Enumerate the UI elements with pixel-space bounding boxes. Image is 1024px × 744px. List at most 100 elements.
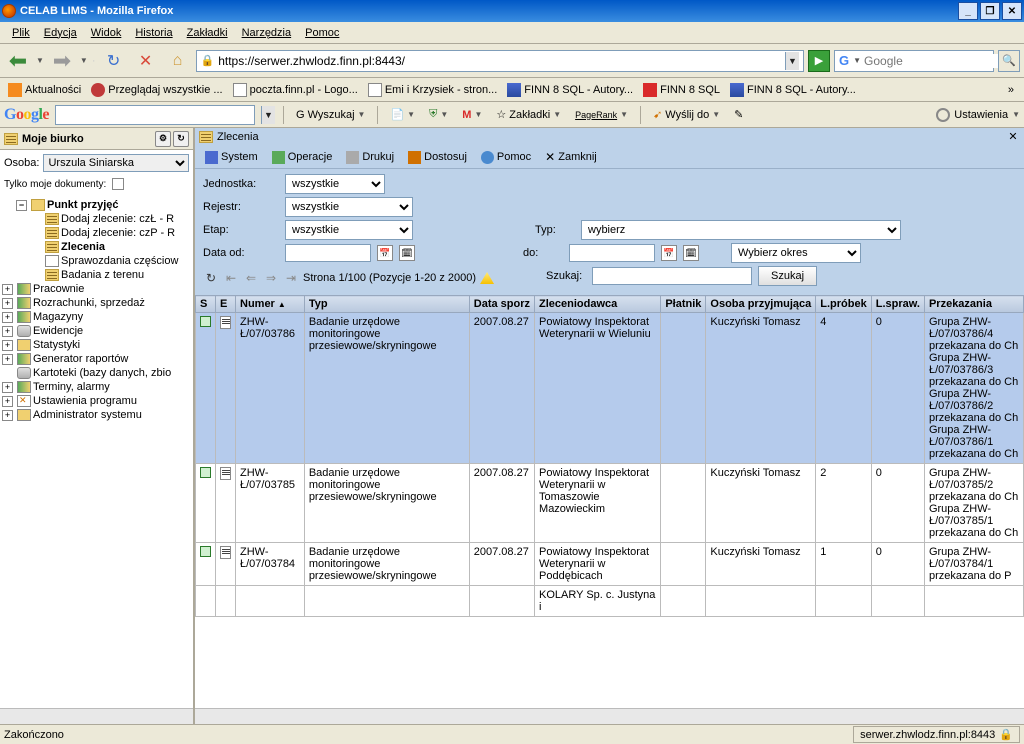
tree-dodaj-1[interactable]: Dodaj zlecenie: czŁ - R [2,212,191,226]
szukaj-input[interactable] [592,267,752,285]
bookmark-przegladaj[interactable]: Przeglądaj wszystkie ... [87,81,226,99]
tree-sprawozdania[interactable]: Sprawozdania częściow [2,254,191,268]
sidebar-tool-1[interactable]: ⚙ [155,131,171,147]
osoba-select[interactable]: Urszula Siniarska [43,154,189,172]
tree-kartoteki[interactable]: Kartoteki (bazy danych, zbio [2,366,191,380]
reload-button[interactable]: ↻ [100,47,128,75]
google-highlight-button[interactable]: ✎ [730,106,747,123]
google-wyszukaj-button[interactable]: GWyszukaj▼ [292,107,369,123]
tree-statystyki[interactable]: Statystyki [2,338,191,352]
tree-admin[interactable]: Administrator systemu [2,408,191,422]
google-search-input[interactable] [55,105,255,125]
minimize-button[interactable]: _ [958,2,978,20]
menu-dostosuj[interactable]: Dostosuj [402,149,473,166]
settings-label[interactable]: Ustawienia [954,109,1008,121]
bookmark-finn2[interactable]: FINN 8 SQL [639,81,724,99]
url-input[interactable] [218,54,781,68]
main-close-button[interactable]: ✕ [1006,130,1020,144]
jednostka-select[interactable]: wszystkie [285,174,385,194]
google-search-dropdown[interactable]: ▼ [261,106,275,124]
col-data[interactable]: Data sporz [469,296,534,313]
menu-widok[interactable]: Widok [85,25,128,41]
url-bar[interactable]: 🔒 ▼ [196,50,804,72]
restore-button[interactable]: ❐ [980,2,1000,20]
google-pagerank-button[interactable]: PageRank▼ [571,108,632,122]
tree-generator[interactable]: Generator raportów [2,352,191,366]
table-row[interactable]: ZHW-Ł/07/03785Badanie urzędowe monitorin… [196,464,1024,543]
data-do-cal1[interactable]: 📅 [661,245,677,261]
menu-zakladki[interactable]: Zakładki [181,25,234,41]
bookmarks-overflow[interactable]: » [1002,84,1020,96]
close-button[interactable]: ✕ [1002,2,1022,20]
bookmark-poczta[interactable]: poczta.finn.pl - Logo... [229,81,362,99]
col-zlec[interactable]: Zleceniodawca [535,296,661,313]
tree-dodaj-2[interactable]: Dodaj zlecenie: czP - R [2,226,191,240]
rejestr-select[interactable]: wszystkie [285,197,413,217]
main-hscroll[interactable] [195,708,1024,724]
tree-badania[interactable]: Badania z terenu [2,268,191,282]
pager-first[interactable]: ⇤ [223,271,239,285]
menu-system[interactable]: System [199,149,264,166]
col-lspr[interactable]: L.spraw. [871,296,924,313]
bookmark-finn1[interactable]: FINN 8 SQL - Autory... [503,81,637,99]
menu-zamknij[interactable]: ✕Zamknij [539,148,603,166]
data-do-cal2[interactable]: 🗓 [683,245,699,261]
browser-search-box[interactable]: G▼ [834,50,994,72]
tree-rozrachunki[interactable]: Rozrachunki, sprzedaż [2,296,191,310]
tree-ustawienia[interactable]: Ustawienia programu [2,394,191,408]
table-row[interactable]: ZHW-Ł/07/03784Badanie urzędowe monitorin… [196,543,1024,586]
col-typ[interactable]: Typ [304,296,469,313]
tree-terminy[interactable]: Terminy, alarmy [2,380,191,394]
data-do-input[interactable] [569,244,655,262]
pager-prev[interactable]: ⇐ [243,271,259,285]
bookmark-aktualnosci[interactable]: Aktualności [4,81,85,99]
data-od-cal1[interactable]: 📅 [377,245,393,261]
szukaj-button[interactable]: Szukaj [758,266,817,286]
menu-pomoc[interactable]: Pomoc [475,149,537,166]
tree-zlecenia[interactable]: Zlecenia [2,240,191,254]
menu-edycja[interactable]: Edycja [38,25,83,41]
bookmark-emi[interactable]: Emi i Krzysiek - stron... [364,81,501,99]
home-button[interactable]: ⌂ [164,47,192,75]
tree-magazyny[interactable]: Magazyny [2,310,191,324]
tree-pracownie[interactable]: Pracownie [2,282,191,296]
browser-search-input[interactable] [864,54,1019,68]
col-lprob[interactable]: L.próbek [816,296,871,313]
pager-refresh[interactable]: ↻ [203,271,219,285]
okres-select[interactable]: Wybierz okres [731,243,861,263]
menu-drukuj[interactable]: Drukuj [340,149,400,166]
google-misc-button[interactable]: 📄▼ [386,106,419,123]
sidebar-hscroll[interactable] [0,708,193,724]
data-od-cal2[interactable]: 🗓 [399,245,415,261]
col-s[interactable]: S [196,296,216,313]
data-od-input[interactable] [285,244,371,262]
typ-select[interactable]: wybierz [581,220,901,240]
pager-last[interactable]: ⇥ [283,271,299,285]
google-bookmarks-button[interactable]: ☆ Zakładki▼ [492,106,565,123]
google-gmail-button[interactable]: M▼ [458,107,486,123]
tree-punkt-przyjec[interactable]: Punkt przyjęć [2,198,191,212]
google-send-button[interactable]: ➹ Wyślij do▼ [649,106,724,123]
menu-narzedzia[interactable]: Narzędzia [236,25,298,41]
pager-next[interactable]: ⇒ [263,271,279,285]
table-row[interactable]: ZHW-Ł/07/03786Badanie urzędowe monitorin… [196,313,1024,464]
col-e[interactable]: E [216,296,236,313]
menu-historia[interactable]: Historia [129,25,178,41]
back-button[interactable]: ⬅ [4,47,32,75]
menu-pomoc[interactable]: Pomoc [299,25,345,41]
menu-operacje[interactable]: Operacje [266,149,339,166]
search-button[interactable]: 🔍 [998,50,1020,72]
url-dropdown[interactable]: ▼ [785,52,799,70]
col-platnik[interactable]: Płatnik [661,296,706,313]
menu-plik[interactable]: Plik [6,25,36,41]
etap-select[interactable]: wszystkie [285,220,413,240]
bookmark-finn3[interactable]: FINN 8 SQL - Autory... [726,81,860,99]
tree-ewidencje[interactable]: Ewidencje [2,324,191,338]
col-przek[interactable]: Przekazania [924,296,1023,313]
google-shield-button[interactable]: ⛨▼ [425,106,452,123]
table-row[interactable]: KOLARY Sp. c. Justyna i [196,586,1024,617]
docs-checkbox[interactable] [112,178,124,190]
stop-button[interactable]: ✕ [132,47,160,75]
col-osoba[interactable]: Osoba przyjmująca [706,296,816,313]
sidebar-tool-2[interactable]: ↻ [173,131,189,147]
